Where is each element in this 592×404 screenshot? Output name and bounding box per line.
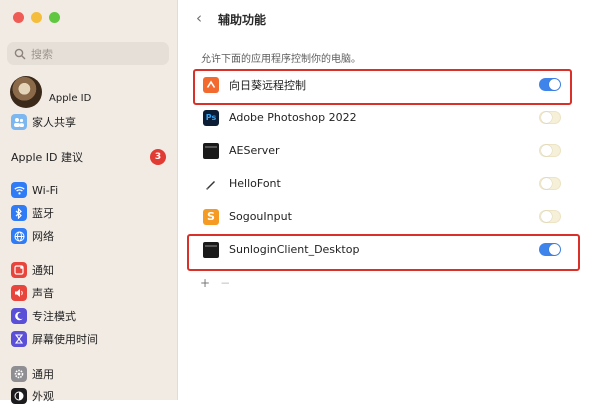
avatar	[10, 76, 42, 108]
sogou-icon: S	[203, 208, 219, 225]
app-name: SogouInput	[229, 210, 292, 223]
sidebar-item-appearance[interactable]: 外观	[11, 388, 54, 404]
globe-icon	[11, 228, 27, 244]
sidebar-item-label: 外观	[32, 390, 54, 403]
suggestions-label: Apple ID 建议	[11, 151, 84, 164]
sidebar-item-bluetooth[interactable]: 蓝牙	[11, 205, 54, 221]
sidebar-item-label: 声音	[32, 287, 54, 300]
sidebar: 搜索 Apple ID 家人共享 Apple ID 建议 3 Wi-Fi 蓝牙 …	[0, 0, 178, 404]
window-controls	[13, 12, 60, 23]
appearance-icon	[11, 388, 27, 404]
close-button[interactable]	[13, 12, 24, 23]
sidebar-item-family[interactable]: 家人共享	[11, 114, 76, 130]
highlight-box	[187, 234, 580, 271]
add-remove-controls: + −	[200, 276, 230, 290]
page-title: 辅助功能	[218, 13, 267, 27]
permission-toggle[interactable]	[539, 143, 561, 157]
permission-toggle[interactable]	[539, 209, 561, 223]
apple-id-suggestions[interactable]: Apple ID 建议 3	[11, 149, 166, 165]
sidebar-item-label: 屏幕使用时间	[32, 333, 98, 346]
gear-icon	[11, 366, 27, 382]
permission-toggle[interactable]	[539, 110, 561, 124]
bluetooth-icon	[11, 205, 27, 221]
page-description: 允许下面的应用程序控制你的电脑。	[201, 54, 361, 65]
sidebar-item-focus[interactable]: 专注模式	[11, 308, 76, 324]
search-icon	[14, 48, 26, 59]
apple-id-label: Apple ID	[49, 92, 92, 104]
search-placeholder: 搜索	[31, 47, 53, 61]
search-field[interactable]: 搜索	[7, 42, 169, 65]
hourglass-icon	[11, 331, 27, 347]
back-chevron-icon[interactable]: ‹	[196, 9, 202, 27]
remove-button[interactable]: −	[220, 276, 230, 290]
bell-icon	[11, 262, 27, 278]
app-row-photoshop[interactable]: Ps Adobe Photoshop 2022	[196, 101, 574, 134]
family-icon	[11, 114, 27, 130]
app-name: AEServer	[229, 144, 280, 157]
terminal-icon	[203, 142, 219, 159]
app-row-hellofont[interactable]: HelloFont	[196, 167, 574, 200]
moon-icon	[11, 308, 27, 324]
zoom-button[interactable]	[49, 12, 60, 23]
sidebar-item-network[interactable]: 网络	[11, 228, 54, 244]
apple-id-item[interactable]: Apple ID	[10, 76, 91, 108]
sidebar-item-wifi[interactable]: Wi-Fi	[11, 182, 58, 198]
app-row-sogou[interactable]: S SogouInput	[196, 200, 574, 233]
wifi-icon	[11, 182, 27, 198]
main-pane: ‹ 辅助功能 允许下面的应用程序控制你的电脑。 向日葵远程控制 Ps Adobe…	[178, 0, 592, 400]
add-button[interactable]: +	[200, 276, 210, 290]
minimize-button[interactable]	[31, 12, 42, 23]
sidebar-item-label: 网络	[32, 230, 54, 243]
notification-badge: 3	[150, 149, 166, 165]
speaker-icon	[11, 285, 27, 301]
sidebar-item-label: 蓝牙	[32, 207, 54, 220]
photoshop-icon: Ps	[203, 109, 219, 126]
app-name: HelloFont	[229, 177, 281, 190]
sidebar-item-label: Wi-Fi	[32, 183, 59, 197]
sidebar-item-label: 家人共享	[32, 116, 76, 129]
sidebar-item-notifications[interactable]: 通知	[11, 262, 54, 278]
sidebar-item-label: 通知	[32, 264, 54, 277]
pen-icon	[203, 176, 219, 192]
app-row-aeserver[interactable]: AEServer	[196, 134, 574, 167]
sidebar-item-label: 通用	[32, 368, 54, 381]
sidebar-item-sound[interactable]: 声音	[11, 285, 54, 301]
highlight-box	[193, 69, 572, 105]
app-name: Adobe Photoshop 2022	[229, 111, 357, 124]
sidebar-item-general[interactable]: 通用	[11, 366, 54, 382]
permission-toggle[interactable]	[539, 176, 561, 190]
sidebar-item-screen-time[interactable]: 屏幕使用时间	[11, 331, 98, 347]
sidebar-item-label: 专注模式	[32, 310, 76, 323]
